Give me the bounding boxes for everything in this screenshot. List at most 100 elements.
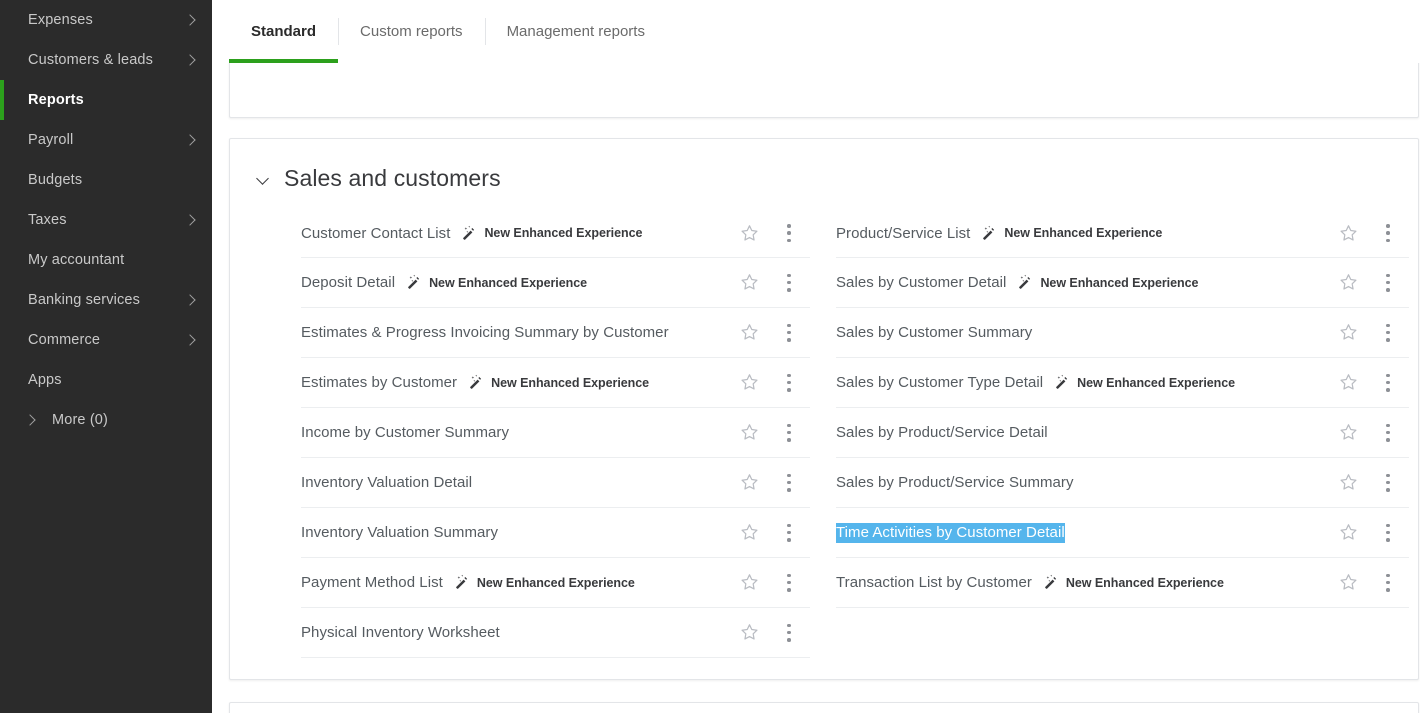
row-menu-button[interactable] <box>1373 418 1403 448</box>
table-row[interactable]: Payment Method List New Enhanced Experien… <box>301 558 810 608</box>
favorite-button[interactable] <box>734 568 764 598</box>
sidebar-item-taxes[interactable]: Taxes <box>0 200 212 240</box>
kebab-menu-icon <box>787 323 791 342</box>
sidebar-item-reports[interactable]: Reports <box>0 80 212 120</box>
row-menu-button[interactable] <box>1373 468 1403 498</box>
row-menu-button[interactable] <box>774 418 804 448</box>
table-row[interactable]: Time Activities by Customer Detail <box>836 508 1409 558</box>
table-row[interactable]: Deposit Detail New Enhanced Experience <box>301 258 810 308</box>
star-outline-icon <box>740 274 758 290</box>
report-link[interactable]: Income by Customer Summary <box>301 424 509 441</box>
favorite-button[interactable] <box>1333 518 1363 548</box>
sidebar-item-customers-leads[interactable]: Customers & leads <box>0 40 212 80</box>
report-card-sales-and-customers: Sales and customers Customer Contact Lis… <box>229 138 1419 680</box>
row-menu-button[interactable] <box>774 568 804 598</box>
status-badge-label: New Enhanced Experience <box>491 375 650 390</box>
table-row[interactable]: Inventory Valuation Detail <box>301 458 810 508</box>
favorite-button[interactable] <box>1333 268 1363 298</box>
row-menu-button[interactable] <box>1373 568 1403 598</box>
report-link[interactable]: Deposit Detail <box>301 274 395 291</box>
status-badge: New Enhanced Experience <box>1043 574 1224 591</box>
star-outline-icon <box>1339 224 1357 241</box>
table-row[interactable]: Sales by Product/Service Summary <box>836 458 1409 508</box>
sidebar-item-payroll[interactable]: Payroll <box>0 120 212 160</box>
report-link[interactable]: Sales by Customer Type Detail <box>836 374 1043 391</box>
favorite-button[interactable] <box>734 618 764 648</box>
report-link[interactable]: Inventory Valuation Detail <box>301 474 472 491</box>
reports-scroll-area[interactable]: Unbilled time <box>212 0 1420 713</box>
sidebar-item-apps[interactable]: Apps <box>0 360 212 400</box>
row-actions <box>734 368 810 398</box>
favorite-button[interactable] <box>734 218 764 248</box>
table-row[interactable]: Sales by Customer Type Detail New Enhance… <box>836 358 1409 408</box>
report-link[interactable]: Payment Method List <box>301 574 443 591</box>
favorite-button[interactable] <box>734 318 764 348</box>
table-row[interactable]: Product/Service List New Enhanced Experie… <box>836 208 1409 258</box>
favorite-button[interactable] <box>1333 218 1363 248</box>
star-outline-icon <box>1339 574 1357 590</box>
report-link[interactable]: Physical Inventory Worksheet <box>301 624 500 641</box>
report-column-left: Customer Contact List New Enhanced Experi… <box>230 208 824 658</box>
tab-custom-reports[interactable]: Custom reports <box>338 0 485 63</box>
row-menu-button[interactable] <box>1373 318 1403 348</box>
favorite-button[interactable] <box>734 518 764 548</box>
report-link[interactable]: Customer Contact List <box>301 225 450 242</box>
tab-standard[interactable]: Standard <box>229 0 339 63</box>
kebab-menu-icon <box>1386 523 1390 542</box>
report-link[interactable]: Sales by Customer Detail <box>836 274 1006 291</box>
row-menu-button[interactable] <box>1373 218 1403 248</box>
tab-management-reports[interactable]: Management reports <box>484 0 667 63</box>
report-link[interactable]: Sales by Product/Service Summary <box>836 474 1074 491</box>
row-menu-button[interactable] <box>774 218 804 248</box>
report-link[interactable]: Inventory Valuation Summary <box>301 524 498 541</box>
sidebar-item-budgets[interactable]: Budgets <box>0 160 212 200</box>
sidebar-item-my-accountant[interactable]: My accountant <box>0 240 212 280</box>
report-link[interactable]: Sales by Product/Service Detail <box>836 424 1048 441</box>
kebab-menu-icon <box>1386 573 1390 592</box>
table-row[interactable]: Estimates & Progress Invoicing Summary b… <box>301 308 810 358</box>
table-row[interactable]: Inventory Valuation Summary <box>301 508 810 558</box>
row-menu-button[interactable] <box>774 468 804 498</box>
report-link[interactable]: Estimates by Customer <box>301 374 457 391</box>
favorite-button[interactable] <box>734 268 764 298</box>
table-row[interactable]: Customer Contact List New Enhanced Experi… <box>301 208 810 258</box>
favorite-button[interactable] <box>1333 368 1363 398</box>
row-menu-button[interactable] <box>1373 368 1403 398</box>
favorite-button[interactable] <box>734 368 764 398</box>
row-menu-button[interactable] <box>1373 518 1403 548</box>
table-row[interactable]: Estimates by Customer New Enhanced Experi… <box>301 358 810 408</box>
chevron-down-icon[interactable] <box>254 170 272 188</box>
row-menu-button[interactable] <box>774 518 804 548</box>
row-menu-button[interactable] <box>1373 268 1403 298</box>
star-outline-icon <box>740 224 758 241</box>
row-actions <box>1333 418 1409 448</box>
report-link[interactable]: Transaction List by Customer <box>836 574 1032 591</box>
section-header[interactable]: Sales and customers <box>230 139 1418 202</box>
report-link[interactable]: Product/Service List <box>836 225 970 242</box>
sidebar-item-commerce[interactable]: Commerce <box>0 320 212 360</box>
sidebar-item-expenses[interactable]: Expenses <box>0 0 212 40</box>
row-menu-button[interactable] <box>774 368 804 398</box>
favorite-button[interactable] <box>1333 318 1363 348</box>
sidebar-item-more-0[interactable]: More (0) <box>0 400 212 440</box>
report-link[interactable]: Estimates & Progress Invoicing Summary b… <box>301 324 669 341</box>
table-row[interactable]: Sales by Product/Service Detail <box>836 408 1409 458</box>
favorite-button[interactable] <box>734 468 764 498</box>
table-row[interactable]: Sales by Customer Detail New Enhanced Exp… <box>836 258 1409 308</box>
table-row[interactable]: Physical Inventory Worksheet <box>301 608 810 658</box>
star-outline-icon <box>1339 374 1357 390</box>
table-row[interactable]: Transaction List by Customer New Enhanced… <box>836 558 1409 608</box>
favorite-button[interactable] <box>1333 568 1363 598</box>
row-menu-button[interactable] <box>774 318 804 348</box>
table-row[interactable]: Income by Customer Summary <box>301 408 810 458</box>
favorite-button[interactable] <box>1333 418 1363 448</box>
report-link[interactable]: Time Activities by Customer Detail <box>836 522 1065 543</box>
row-menu-button[interactable] <box>774 268 804 298</box>
row-menu-button[interactable] <box>774 618 804 648</box>
favorite-button[interactable] <box>1333 468 1363 498</box>
status-badge: New Enhanced Experience <box>461 225 642 242</box>
sidebar-item-banking-services[interactable]: Banking services <box>0 280 212 320</box>
report-link[interactable]: Sales by Customer Summary <box>836 324 1032 341</box>
table-row[interactable]: Sales by Customer Summary <box>836 308 1409 358</box>
favorite-button[interactable] <box>734 418 764 448</box>
